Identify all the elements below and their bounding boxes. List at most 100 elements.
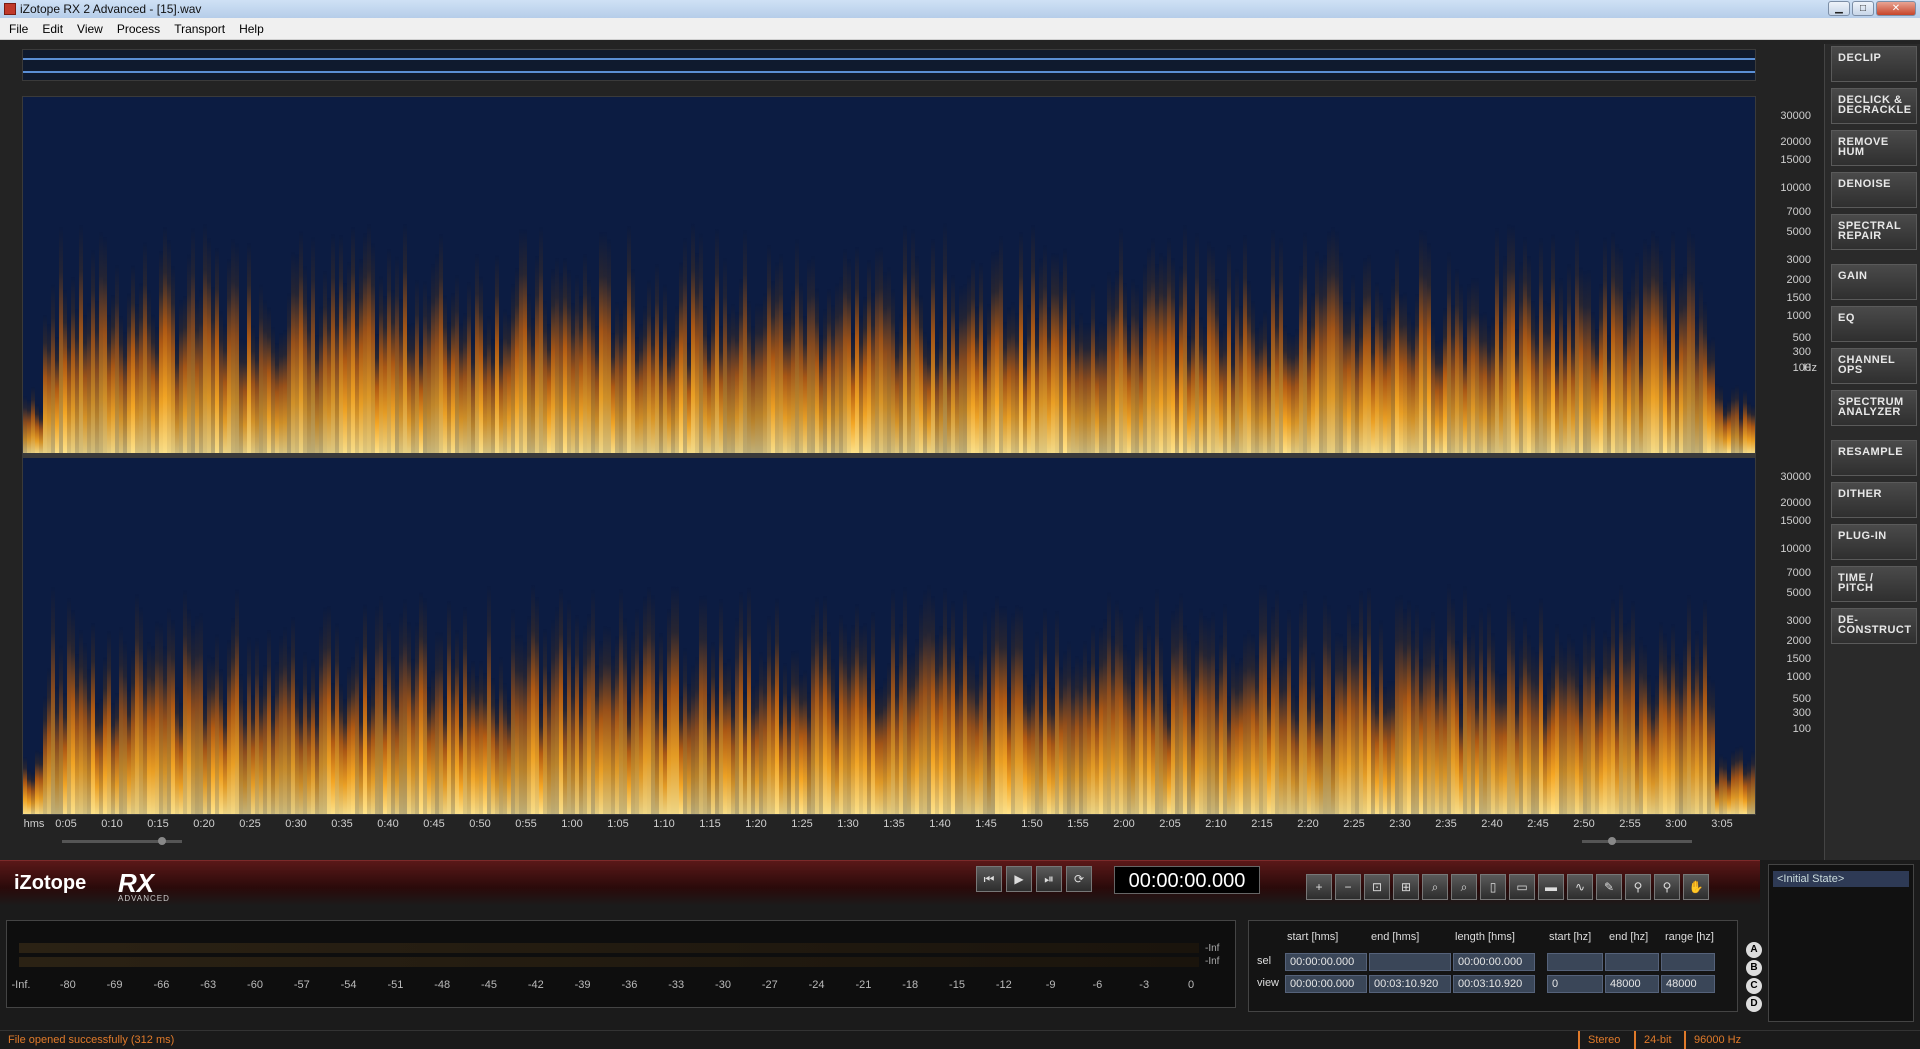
time-tick-label: 2:25 bbox=[1343, 818, 1365, 830]
hand-tool-icon[interactable]: ✋ bbox=[1683, 874, 1709, 900]
module-button[interactable]: DECLICK & DECRACKLE bbox=[1831, 88, 1917, 124]
spectrogram-right-channel[interactable] bbox=[23, 458, 1755, 814]
timecode-display: 00:00:00.000 bbox=[1114, 866, 1260, 894]
time-tick-label: 0:55 bbox=[515, 818, 537, 830]
compare-a-button[interactable]: A bbox=[1746, 942, 1762, 958]
title-bar: iZotope RX 2 Advanced - [15].wav ▁ □ ✕ bbox=[0, 0, 1920, 18]
module-panel: DECLIP DECLICK & DECRACKLE REMOVE HUM DENOI… bbox=[1824, 44, 1920, 860]
sel-start-field[interactable]: 00:00:00.000 bbox=[1285, 953, 1367, 971]
module-button[interactable]: GAIN bbox=[1831, 264, 1917, 300]
time-tick-label: 2:30 bbox=[1389, 818, 1411, 830]
minimize-button[interactable]: ▁ bbox=[1828, 1, 1850, 16]
meter-tick-label: -36 bbox=[621, 979, 638, 991]
sel-end-field[interactable] bbox=[1369, 953, 1451, 971]
zoom-in-icon[interactable]: + bbox=[1306, 874, 1332, 900]
sel-range-hz-field[interactable] bbox=[1661, 953, 1715, 971]
sel-start-hz-field[interactable] bbox=[1547, 953, 1603, 971]
time-tick-label: 1:40 bbox=[929, 818, 951, 830]
compare-c-button[interactable]: C bbox=[1746, 978, 1762, 994]
meter-tick-label: -51 bbox=[387, 979, 404, 991]
time-tick-label: 0:35 bbox=[331, 818, 353, 830]
freq-tick-label: 20000 bbox=[1780, 497, 1811, 509]
time-tick-label: 2:55 bbox=[1619, 818, 1641, 830]
menu-process[interactable]: Process bbox=[110, 18, 167, 39]
module-button[interactable]: DECLIP bbox=[1831, 46, 1917, 82]
play-selection-button[interactable]: ⏯ bbox=[1036, 866, 1062, 892]
brush-tool-icon[interactable]: ✎ bbox=[1596, 874, 1622, 900]
meter-tick-label: -60 bbox=[247, 979, 263, 991]
row-sel-label: sel bbox=[1257, 955, 1272, 967]
history-item[interactable]: <Initial State> bbox=[1773, 871, 1909, 887]
freq-select-tool-icon[interactable]: ▬ bbox=[1538, 874, 1564, 900]
meter-tick-label: -45 bbox=[481, 979, 497, 991]
loop-button[interactable]: ⟳ bbox=[1066, 866, 1092, 892]
close-button[interactable]: ✕ bbox=[1876, 1, 1916, 16]
time-tick-label: 1:30 bbox=[837, 818, 859, 830]
freq-tick-label: 500 bbox=[1792, 332, 1811, 344]
col-start-hz: start [hz] bbox=[1549, 931, 1592, 943]
spectrogram-left-channel[interactable] bbox=[23, 97, 1755, 453]
zoom-out-icon[interactable]: − bbox=[1335, 874, 1361, 900]
menu-file[interactable]: File bbox=[2, 18, 35, 39]
time-select-tool-icon[interactable]: ▯ bbox=[1480, 874, 1506, 900]
zoom-tool-icon[interactable]: ⚲ bbox=[1654, 874, 1680, 900]
module-button[interactable]: CHANNEL OPS bbox=[1831, 348, 1917, 384]
module-button[interactable]: DE- CONSTRUCT bbox=[1831, 608, 1917, 644]
menu-view[interactable]: View bbox=[70, 18, 110, 39]
magic-wand-icon[interactable]: ⚲ bbox=[1625, 874, 1651, 900]
zoom-scroll-svg bbox=[62, 837, 1692, 845]
zoom-selection-icon[interactable]: ⊡ bbox=[1364, 874, 1390, 900]
maximize-button[interactable]: □ bbox=[1852, 1, 1874, 16]
selection-info-panel: start [hms] end [hms] length [hms] start… bbox=[1248, 920, 1738, 1012]
module-button[interactable]: PLUG-IN bbox=[1831, 524, 1917, 560]
module-button[interactable]: DITHER bbox=[1831, 482, 1917, 518]
module-button[interactable]: EQ bbox=[1831, 306, 1917, 342]
view-length-field[interactable]: 00:03:10.920 bbox=[1453, 975, 1535, 993]
meter-peak-left: -Inf bbox=[1205, 943, 1220, 954]
skip-to-start-button[interactable]: ⏮ bbox=[976, 866, 1002, 892]
spectrogram-display[interactable] bbox=[22, 96, 1756, 815]
view-start-hz-field[interactable]: 0 bbox=[1547, 975, 1603, 993]
status-bar: File opened successfully (312 ms) Stereo… bbox=[0, 1030, 1920, 1049]
horizontal-zoom-scrollbar[interactable] bbox=[22, 834, 1756, 850]
module-button[interactable]: TIME / PITCH bbox=[1831, 566, 1917, 602]
compare-buttons: A B C D bbox=[1746, 942, 1762, 1012]
menu-bar: File Edit View Process Transport Help bbox=[0, 18, 1920, 40]
module-button[interactable]: SPECTRUM ANALYZER bbox=[1831, 390, 1917, 426]
menu-edit[interactable]: Edit bbox=[35, 18, 70, 39]
time-tick-label: 1:55 bbox=[1067, 818, 1089, 830]
zoom-time-icon[interactable]: ⌕ bbox=[1422, 874, 1448, 900]
play-button[interactable]: ▶ bbox=[1006, 866, 1032, 892]
meter-tick-label: -9 bbox=[1045, 979, 1056, 991]
sel-end-hz-field[interactable] bbox=[1605, 953, 1659, 971]
compare-b-button[interactable]: B bbox=[1746, 960, 1762, 976]
time-tick-label: 1:15 bbox=[699, 818, 721, 830]
module-button[interactable]: SPECTRAL REPAIR bbox=[1831, 214, 1917, 250]
view-end-field[interactable]: 00:03:10.920 bbox=[1369, 975, 1451, 993]
izotope-logo: iZotope RX ADVANCED bbox=[14, 868, 184, 903]
view-end-hz-field[interactable]: 48000 bbox=[1605, 975, 1659, 993]
time-tick-label: 2:50 bbox=[1573, 818, 1595, 830]
zoom-freq-icon[interactable]: ⌕ bbox=[1451, 874, 1477, 900]
zoom-fit-icon[interactable]: ⊞ bbox=[1393, 874, 1419, 900]
module-button[interactable]: REMOVE HUM bbox=[1831, 130, 1917, 166]
col-range-hz: range [hz] bbox=[1665, 931, 1714, 943]
level-meter: -Inf -Inf -Inf. -80 -69 -66 -63 -60 -57 -54 -51-… bbox=[6, 920, 1236, 1008]
sel-length-field[interactable]: 00:00:00.000 bbox=[1453, 953, 1535, 971]
view-range-hz-field[interactable]: 48000 bbox=[1661, 975, 1715, 993]
time-tick-label: 0:30 bbox=[285, 818, 307, 830]
module-button[interactable]: RESAMPLE bbox=[1831, 440, 1917, 476]
meter-tick-label: -33 bbox=[668, 979, 685, 991]
module-button[interactable]: DENOISE bbox=[1831, 172, 1917, 208]
meter-tick-label: -18 bbox=[902, 979, 919, 991]
menu-help[interactable]: Help bbox=[232, 18, 271, 39]
menu-transport[interactable]: Transport bbox=[167, 18, 232, 39]
rect-select-tool-icon[interactable]: ▭ bbox=[1509, 874, 1535, 900]
status-message: File opened successfully (312 ms) bbox=[8, 1034, 175, 1046]
freq-tick-label: 500 bbox=[1792, 693, 1811, 705]
view-start-field[interactable]: 00:00:00.000 bbox=[1285, 975, 1367, 993]
lasso-tool-icon[interactable]: ∿ bbox=[1567, 874, 1593, 900]
window-title: iZotope RX 2 Advanced - [15].wav bbox=[20, 2, 202, 16]
compare-d-button[interactable]: D bbox=[1746, 996, 1762, 1012]
waveform-overview[interactable] bbox=[22, 49, 1756, 81]
